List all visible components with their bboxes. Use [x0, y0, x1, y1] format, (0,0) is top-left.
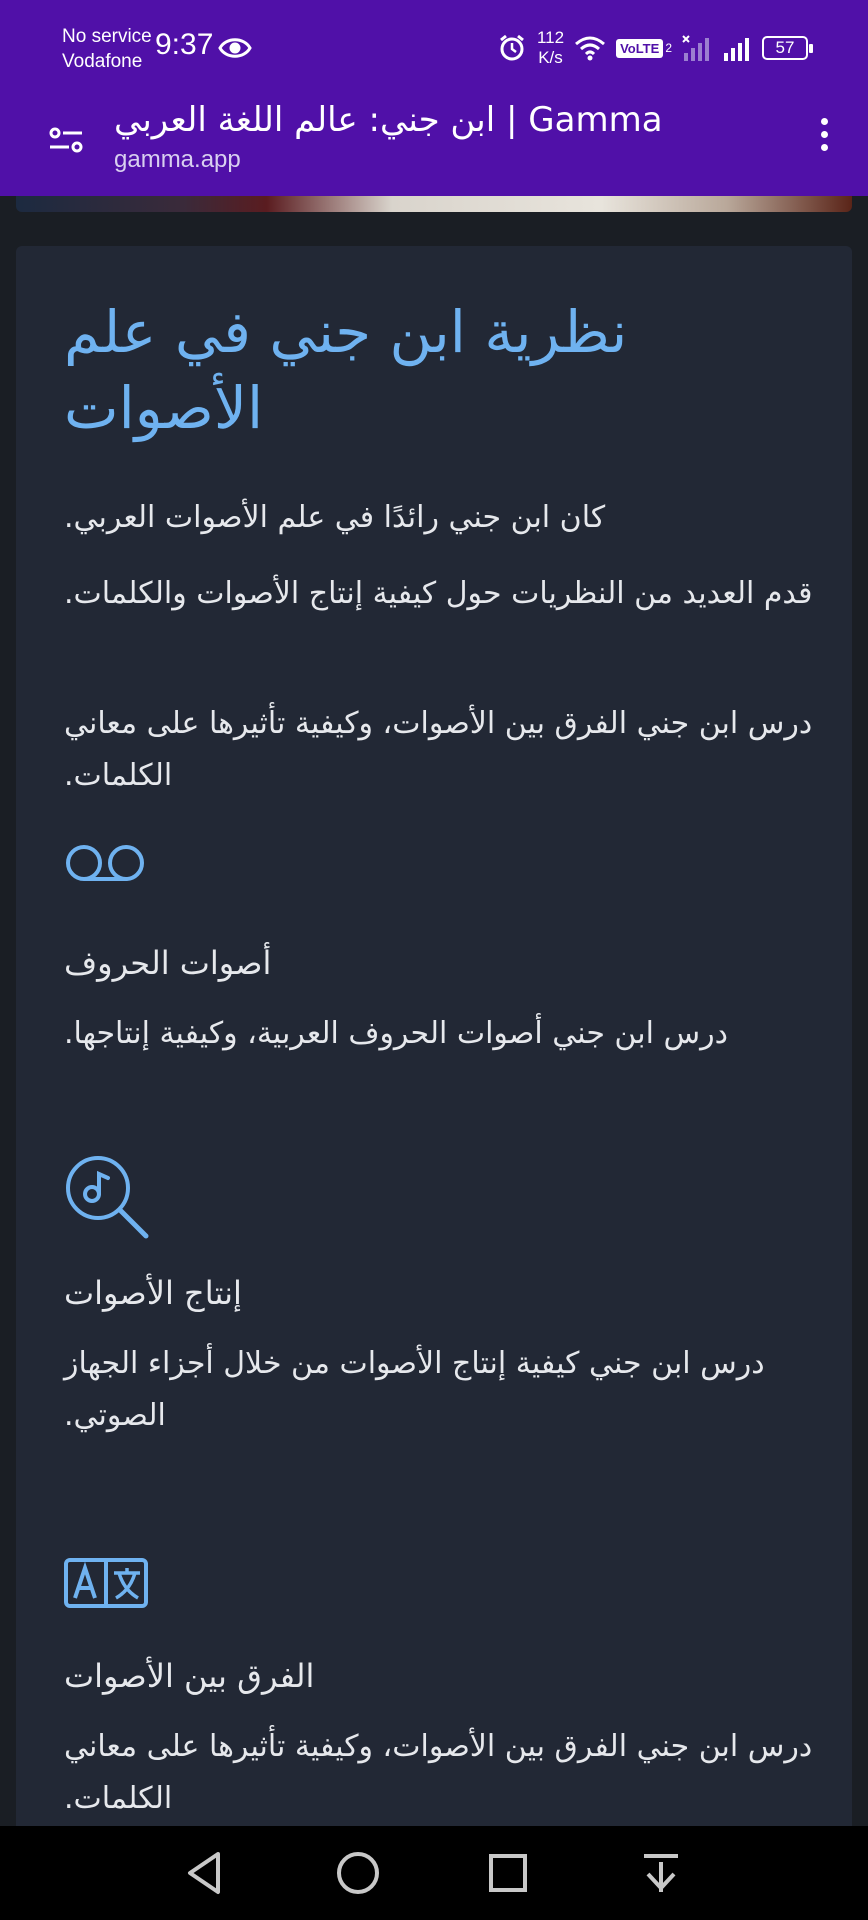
browser-app-bar: ابن جني: عالم اللغة العربي | Gamma gamma… — [0, 96, 868, 196]
status-time: 9:37 — [155, 28, 214, 61]
feature-text: درس ابن جني كيفية إنتاج الأصوات من خلال … — [64, 1346, 765, 1433]
paragraph: قدم العديد من النظريات حول كيفية إنتاج ا… — [64, 576, 813, 611]
carrier-name: Vodafone — [62, 51, 143, 72]
music-search-icon — [66, 1156, 149, 1239]
download-icon[interactable] — [636, 1848, 686, 1898]
alarm-icon — [500, 34, 524, 61]
voicemail-icon — [66, 845, 144, 881]
page-title[interactable]: ابن جني: عالم اللغة العربي | Gamma — [114, 100, 663, 140]
site-settings-icon[interactable] — [48, 122, 84, 158]
back-icon[interactable] — [180, 1848, 230, 1898]
feature-title: إنتاج الأصوات — [64, 1274, 242, 1312]
web-content: نظرية ابن جني في علم الأصوات كان ابن جني… — [0, 196, 868, 1826]
system-nav-bar — [0, 1826, 868, 1920]
hero-image — [16, 196, 852, 212]
page-url[interactable]: gamma.app — [114, 146, 241, 174]
home-icon[interactable] — [333, 1848, 383, 1898]
content-card: نظرية ابن جني في علم الأصوات كان ابن جني… — [16, 246, 852, 1826]
signal-empty-icon — [682, 35, 709, 61]
feature-title: الفرق بين الأصوات — [64, 1657, 315, 1695]
feature-text: درس ابن جني أصوات الحروف العربية، وكيفية… — [64, 1016, 728, 1051]
battery-indicator: 57 — [762, 36, 813, 60]
eye-icon — [218, 38, 252, 58]
top-bar: No service Vodafone 9:37 112 K/s VoLTE 2… — [0, 0, 868, 196]
status-icons: 112 K/s VoLTE 2 57 — [497, 26, 813, 70]
recents-icon[interactable] — [483, 1848, 533, 1898]
paragraph: درس ابن جني الفرق بين الأصوات، وكيفية تأ… — [64, 706, 813, 793]
carrier-info: No service Vodafone — [62, 24, 152, 74]
network-speed: 112 K/s — [537, 28, 564, 68]
carrier-status: No service — [62, 26, 152, 47]
more-options-icon[interactable] — [816, 118, 832, 162]
wifi-icon — [575, 36, 606, 61]
speed-unit: K/s — [538, 48, 563, 67]
section-heading: نظرية ابن جني في علم الأصوات — [64, 298, 628, 442]
feature-text: درس ابن جني الفرق بين الأصوات، وكيفية تأ… — [64, 1729, 813, 1816]
speed-value: 112 — [536, 28, 565, 47]
signal-icon — [724, 38, 749, 61]
volte-badge: VoLTE — [616, 38, 664, 58]
paragraph: كان ابن جني رائدًا في علم الأصوات العربي… — [64, 500, 606, 535]
sim-index: 2 — [665, 41, 672, 55]
feature-title: أصوات الحروف — [64, 944, 272, 982]
status-bar: No service Vodafone 9:37 112 K/s VoLTE 2… — [0, 0, 868, 96]
translate-icon — [64, 1558, 148, 1608]
